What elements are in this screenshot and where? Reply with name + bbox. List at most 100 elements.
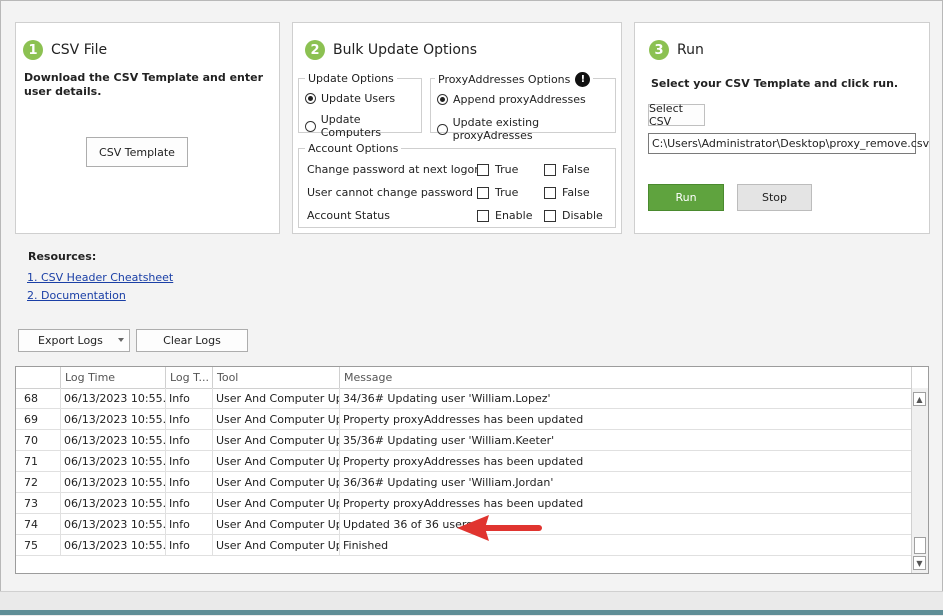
table-cell-type: Info <box>166 514 213 535</box>
update-computers-label: Update Computers <box>320 113 382 139</box>
resources-title: Resources: <box>28 250 97 263</box>
update-options-group: Update Options Update Users Update Compu… <box>298 72 422 139</box>
checkbox-label: False <box>562 163 590 176</box>
account-status-disable-checkbox[interactable]: Disable <box>544 209 603 222</box>
arrow-up-icon[interactable]: ▲ <box>913 392 926 406</box>
table-cell-msg: Property proxyAddresses has been updated <box>340 451 912 472</box>
append-proxy-label: Append proxyAddresses <box>453 93 586 106</box>
step3-number-badge: 3 <box>649 40 669 60</box>
table-cell-type: Info <box>166 535 213 556</box>
table-cell-type: Info <box>166 388 213 409</box>
radio-selected-icon <box>305 93 316 104</box>
scrollbar-thumb[interactable] <box>914 537 926 554</box>
csv-file-panel: 1 CSV File Download the CSV Template and… <box>15 22 280 234</box>
column-header-index[interactable] <box>16 367 61 388</box>
table-cell-time: 06/13/2023 10:55... <box>61 472 166 493</box>
chevron-down-icon <box>118 338 124 342</box>
update-users-radio[interactable]: Update Users <box>305 92 395 105</box>
cannot-change-true-checkbox[interactable]: True <box>477 186 518 199</box>
proxy-options-title: ProxyAddresses Options <box>438 73 571 86</box>
table-row[interactable]: 69 06/13/2023 10:55... Info User And Comput… <box>16 409 912 430</box>
export-logs-label: Export Logs <box>38 334 103 347</box>
step2-number-badge: 2 <box>305 40 325 60</box>
cannot-change-false-checkbox[interactable]: False <box>544 186 590 199</box>
table-row[interactable]: 68 06/13/2023 10:55... Info User And Comput… <box>16 388 912 409</box>
arrow-down-icon[interactable]: ▼ <box>913 556 926 570</box>
table-cell-type: Info <box>166 472 213 493</box>
radio-empty-icon <box>437 123 448 135</box>
table-row[interactable]: 73 06/13/2023 10:55... Info User And Comput… <box>16 493 912 514</box>
step3-description: Select your CSV Template and click run. <box>651 77 899 90</box>
bulk-update-options-panel: 2 Bulk Update Options Update Options Upd… <box>292 22 622 234</box>
table-cell-type: Info <box>166 493 213 514</box>
table-cell-type: Info <box>166 409 213 430</box>
table-cell-msg: 34/36# Updating user 'William.Lopez' <box>340 388 912 409</box>
clear-logs-button[interactable]: Clear Logs <box>136 329 248 352</box>
step1-title: CSV File <box>51 42 108 58</box>
red-arrow <box>457 515 542 541</box>
update-computers-radio[interactable]: Update Computers <box>305 113 421 139</box>
checkbox-label: True <box>495 186 519 199</box>
table-cell-n: 73 <box>16 493 61 514</box>
account-options-group: Account Options Change password at next … <box>298 142 616 228</box>
append-proxy-radio[interactable]: Append proxyAddresses <box>437 93 586 106</box>
table-cell-msg: Property proxyAddresses has been updated <box>340 409 912 430</box>
vertical-scrollbar[interactable]: ▲ ▼ <box>911 388 928 573</box>
table-cell-type: Info <box>166 430 213 451</box>
account-options-title: Account Options <box>305 142 402 155</box>
update-users-label: Update Users <box>321 92 396 105</box>
column-header-message[interactable]: Message <box>340 367 912 388</box>
select-csv-button[interactable]: Select CSV <box>648 102 705 128</box>
table-cell-n: 71 <box>16 451 61 472</box>
csv-header-cheatsheet-link[interactable]: 1. CSV Header Cheatsheet <box>27 271 173 284</box>
table-row[interactable]: 70 06/13/2023 10:55... Info User And Comput… <box>16 430 912 451</box>
step3-title: Run <box>677 42 704 58</box>
table-cell-n: 70 <box>16 430 61 451</box>
export-logs-button[interactable]: Export Logs <box>18 329 130 352</box>
table-cell-tool: User And Computer Up... <box>213 388 340 409</box>
column-header-tool[interactable]: Tool <box>213 367 340 388</box>
stop-button[interactable]: Stop <box>737 184 812 211</box>
table-row[interactable]: 71 06/13/2023 10:55... Info User And Comput… <box>16 451 912 472</box>
column-header-log-type[interactable]: Log T... <box>166 367 213 388</box>
csv-path-field[interactable]: C:\Users\Administrator\Desktop\proxy_rem… <box>648 133 929 154</box>
table-cell-n: 72 <box>16 472 61 493</box>
update-existing-proxy-radio[interactable]: Update existing proxyAdresses <box>437 116 615 142</box>
step2-title: Bulk Update Options <box>333 42 478 58</box>
table-cell-time: 06/13/2023 10:55... <box>61 430 166 451</box>
account-status-enable-checkbox[interactable]: Enable <box>477 209 532 222</box>
change-password-label: Change password at next logon <box>307 163 482 176</box>
table-cell-time: 06/13/2023 10:55... <box>61 514 166 535</box>
exclamation-circle-icon[interactable]: ! <box>575 72 591 87</box>
checkbox-label: Disable <box>562 209 603 222</box>
table-cell-time: 06/13/2023 10:55... <box>61 535 166 556</box>
table-cell-time: 06/13/2023 10:55... <box>61 388 166 409</box>
step1-number-badge: 1 <box>23 40 43 60</box>
table-cell-tool: User And Computer Up... <box>213 493 340 514</box>
checkbox-label: Enable <box>495 209 533 222</box>
run-button[interactable]: Run <box>648 184 724 211</box>
update-existing-proxy-label: Update existing proxyAdresses <box>452 116 540 142</box>
table-cell-time: 06/13/2023 10:55... <box>61 493 166 514</box>
table-cell-type: Info <box>166 451 213 472</box>
table-cell-time: 06/13/2023 10:55... <box>61 409 166 430</box>
table-cell-tool: User And Computer Up... <box>213 409 340 430</box>
table-cell-tool: User And Computer Up... <box>213 451 340 472</box>
radio-empty-icon <box>305 120 316 132</box>
change-password-true-checkbox[interactable]: True <box>477 163 518 176</box>
table-cell-msg: 35/36# Updating user 'William.Keeter' <box>340 430 912 451</box>
change-password-false-checkbox[interactable]: False <box>544 163 590 176</box>
csv-template-button[interactable]: CSV Template <box>86 137 188 167</box>
account-status-label: Account Status <box>307 209 390 222</box>
column-header-log-time[interactable]: Log Time <box>61 367 166 388</box>
run-panel: 3 Run Select your CSV Template and click… <box>634 22 930 234</box>
step3-header: 3 Run <box>649 40 704 60</box>
cannot-change-password-label: User cannot change password <box>307 186 474 199</box>
documentation-link[interactable]: 2. Documentation <box>27 289 126 302</box>
step1-description: Download the CSV Template and enter user… <box>24 71 264 98</box>
table-cell-n: 68 <box>16 388 61 409</box>
step2-header: 2 Bulk Update Options <box>305 40 477 60</box>
checkbox-label: True <box>495 163 519 176</box>
checkbox-label: False <box>562 186 590 199</box>
table-row[interactable]: 72 06/13/2023 10:55... Info User And Comput… <box>16 472 912 493</box>
